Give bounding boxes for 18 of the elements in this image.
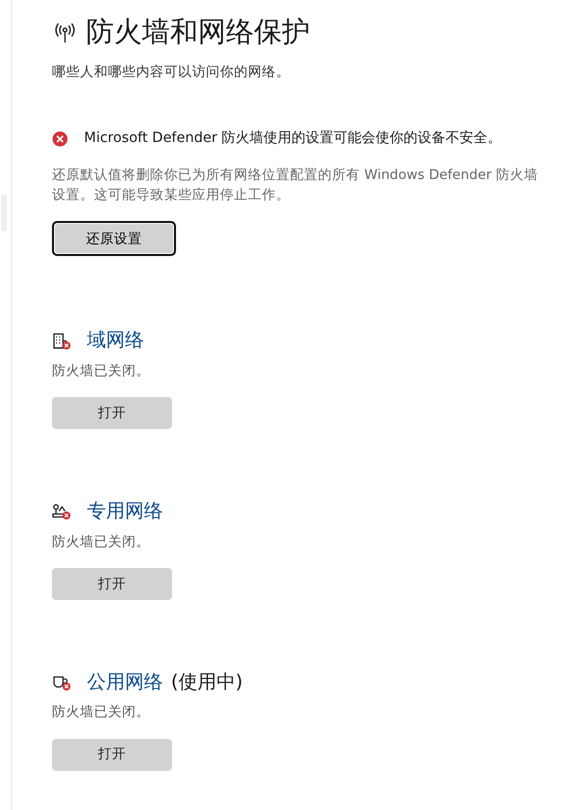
page-subtitle: 哪些人和哪些内容可以访问你的网络。 — [52, 63, 291, 82]
network-title[interactable]: 域网络 — [87, 326, 144, 355]
network-title[interactable]: 公用网络 — [87, 668, 163, 696]
network-title[interactable]: 专用网络 — [87, 497, 163, 526]
turn-on-button[interactable]: 打开 — [52, 568, 172, 600]
network-in-use-label: (使用中) — [171, 670, 243, 695]
restore-settings-button[interactable]: 还原设置 — [52, 221, 176, 256]
building-icon — [52, 332, 71, 350]
turn-on-button[interactable]: 打开 — [52, 397, 172, 429]
firewall-status: 防火墙已关闭。 — [52, 703, 151, 722]
turn-on-button[interactable]: 打开 — [52, 738, 172, 770]
firewall-status: 防火墙已关闭。 — [52, 362, 151, 381]
error-icon — [52, 130, 68, 147]
firewall-status: 防火墙已关闭。 — [52, 532, 151, 552]
alert-description: 还原默认值将删除你已为所有网络位置配置的所有 Windows Defender 防火墙设置。这可能导致某些应用停止工作。 — [52, 166, 539, 206]
alert-message: Microsoft Defender 防火墙使用的设置可能会使你的设备不安全。 — [84, 129, 502, 148]
page-title: 防火墙和网络保护 — [86, 14, 310, 50]
home-network-icon — [52, 502, 71, 520]
